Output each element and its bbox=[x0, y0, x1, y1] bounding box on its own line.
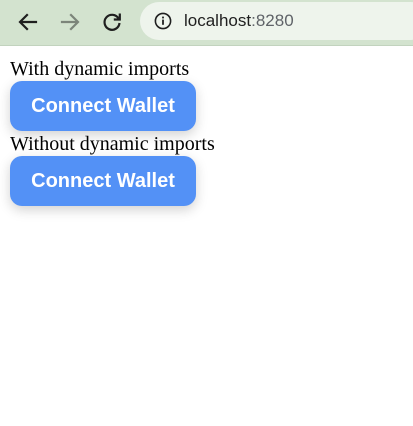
url-host: localhost bbox=[184, 11, 252, 30]
dynamic-imports-label: With dynamic imports bbox=[10, 58, 190, 80]
back-button[interactable] bbox=[13, 8, 43, 36]
site-info-icon[interactable] bbox=[154, 12, 172, 30]
reload-icon bbox=[103, 13, 121, 31]
address-bar[interactable]: localhost:8280 bbox=[140, 2, 413, 40]
page-content: With dynamic imports Connect Wallet With… bbox=[0, 46, 413, 426]
forward-arrow-icon bbox=[60, 13, 80, 31]
back-arrow-icon bbox=[18, 13, 38, 31]
forward-button[interactable] bbox=[55, 8, 85, 36]
reload-button[interactable] bbox=[97, 8, 127, 36]
connect-wallet-button-static[interactable]: Connect Wallet bbox=[10, 156, 196, 206]
url-port: :8280 bbox=[251, 11, 294, 30]
browser-toolbar: localhost:8280 bbox=[0, 0, 413, 46]
connect-wallet-button-dynamic[interactable]: Connect Wallet bbox=[10, 81, 196, 131]
url-text[interactable]: localhost:8280 bbox=[184, 11, 294, 31]
static-imports-label: Without dynamic imports bbox=[10, 133, 215, 155]
